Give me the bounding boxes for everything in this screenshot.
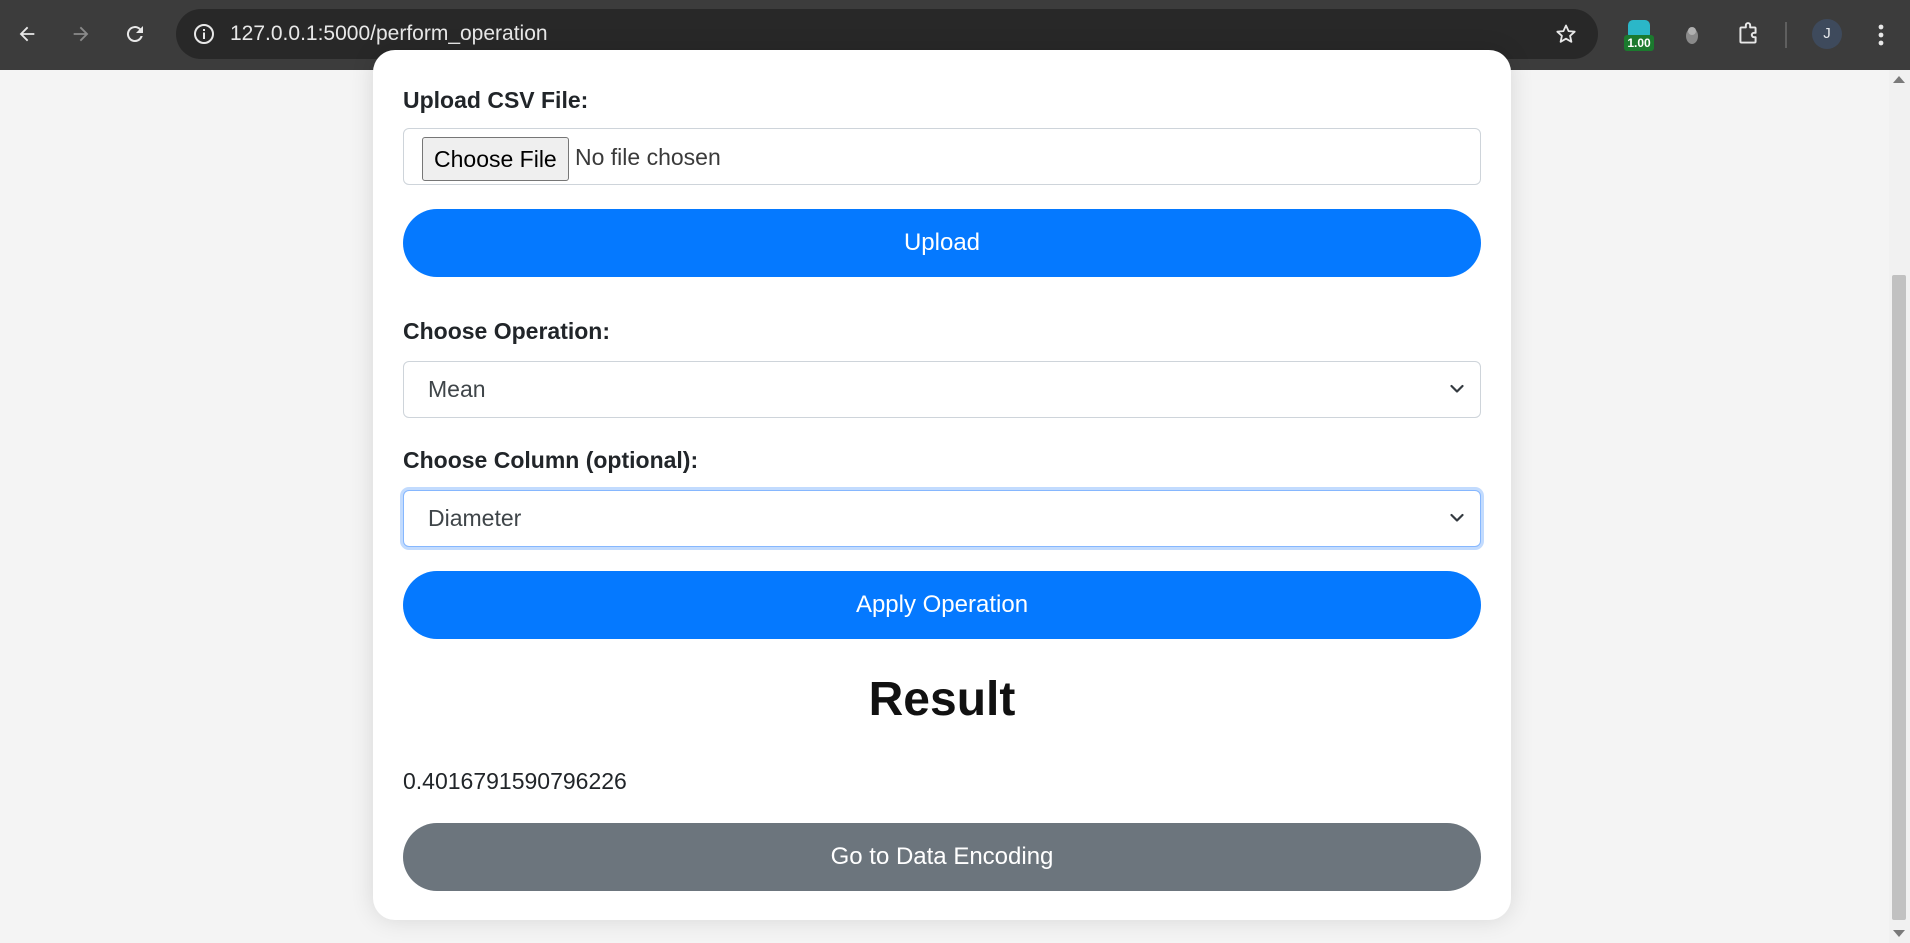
choose-file-button[interactable]: Choose File — [422, 137, 569, 181]
extension-badge-count: 1.00 — [1624, 35, 1654, 51]
toolbar-divider — [1785, 22, 1787, 48]
operation-selected-value: Mean — [428, 376, 486, 402]
back-arrow-icon — [19, 26, 35, 42]
go-to-data-encoding-button[interactable]: Go to Data Encoding — [403, 823, 1481, 891]
column-selected-value: Diameter — [428, 505, 522, 531]
csv-file-input[interactable]: Choose File No file chosen — [403, 128, 1481, 185]
result-value: 0.4016791590796226 — [403, 768, 627, 794]
no-file-chosen-text: No file chosen — [575, 144, 721, 170]
star-icon[interactable] — [1550, 18, 1582, 50]
result-heading: Result — [868, 673, 1016, 726]
column-label: Choose Column (optional): — [403, 447, 699, 473]
chevron-down-icon — [1448, 509, 1466, 527]
reload-icon — [126, 26, 143, 43]
extension-badge-icon[interactable]: 1.00 — [1624, 20, 1654, 52]
extension-icon[interactable] — [1674, 17, 1710, 53]
avatar[interactable]: J — [1812, 19, 1842, 49]
upload-button[interactable]: Upload — [403, 209, 1481, 277]
apply-operation-button[interactable]: Apply Operation — [403, 571, 1481, 639]
chevron-down-icon — [1448, 380, 1466, 398]
operation-select[interactable]: Mean — [403, 361, 1481, 418]
site-info-icon[interactable] — [188, 18, 220, 50]
reload-button[interactable] — [114, 13, 156, 55]
operation-form-card: Upload CSV File: Choose File No file cho… — [373, 50, 1511, 920]
operation-label: Choose Operation: — [403, 318, 611, 344]
upload-csv-label: Upload CSV File: — [403, 87, 589, 113]
forward-button[interactable] — [60, 13, 102, 55]
column-select[interactable]: Diameter — [403, 490, 1481, 547]
page-scrollbar[interactable] — [1889, 70, 1910, 943]
scroll-thumb[interactable] — [1892, 275, 1906, 920]
puzzle-icon[interactable] — [1730, 17, 1766, 53]
forward-arrow-icon — [73, 26, 89, 42]
scroll-down-arrow-icon[interactable] — [1893, 930, 1905, 937]
kebab-menu-icon[interactable] — [1866, 17, 1896, 53]
back-button[interactable] — [6, 13, 48, 55]
scroll-up-arrow-icon[interactable] — [1893, 76, 1905, 83]
